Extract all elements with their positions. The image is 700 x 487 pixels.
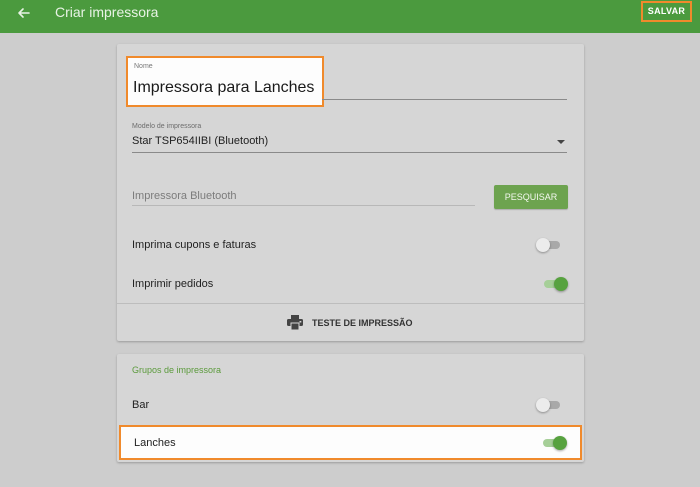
search-button[interactable]: PESQUISAR [494, 185, 568, 209]
back-arrow-icon[interactable] [12, 3, 36, 23]
group-bar-toggle[interactable] [536, 396, 562, 414]
printer-settings-card: Nome Impressora para Lanches Modelo de i… [117, 44, 584, 341]
test-print-button[interactable]: TESTE DE IMPRESSÃO [287, 314, 413, 334]
app-bar: Criar impressora SALVAR [0, 0, 700, 33]
print-orders-label: Imprimir pedidos [132, 278, 214, 290]
printer-model-label: Modelo de impressora [132, 123, 202, 130]
group-lanches-row[interactable]: Lanches [119, 425, 582, 460]
print-orders-toggle[interactable] [542, 275, 568, 293]
printer-groups-header: Grupos de impressora [132, 365, 222, 375]
page-title: Criar impressora [55, 4, 159, 20]
save-button[interactable]: SALVAR [641, 1, 692, 22]
printer-icon [287, 315, 303, 335]
model-underline [132, 152, 567, 153]
printer-groups-card: Grupos de impressora Bar Lanches [117, 354, 584, 462]
bluetooth-printer-input[interactable]: Impressora Bluetooth [132, 190, 475, 206]
printer-model-select[interactable]: Star TSP654IIBI (Bluetooth) [132, 135, 268, 147]
print-coupons-toggle[interactable] [536, 236, 562, 254]
printer-name-label: Nome [134, 63, 153, 70]
group-lanches-toggle[interactable] [541, 434, 567, 452]
group-bar-label: Bar [132, 399, 150, 411]
card-divider [117, 303, 584, 304]
printer-name-value[interactable]: Impressora para Lanches [133, 79, 314, 97]
dropdown-arrow-icon[interactable] [557, 140, 565, 144]
name-underline [322, 99, 567, 100]
printer-name-field[interactable]: Nome Impressora para Lanches [126, 56, 324, 107]
group-lanches-label: Lanches [134, 437, 176, 449]
print-coupons-label: Imprima cupons e faturas [132, 239, 257, 251]
test-print-label: TESTE DE IMPRESSÃO [312, 318, 413, 328]
